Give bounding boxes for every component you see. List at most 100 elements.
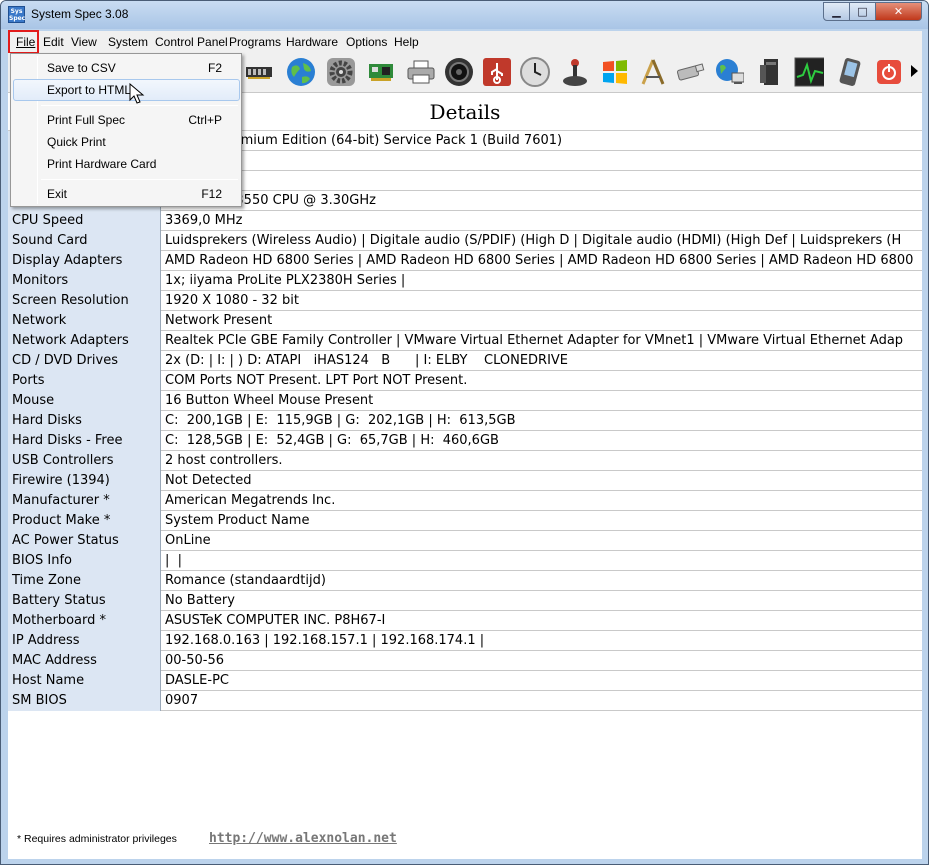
details-row-value: 00-50-56 (165, 653, 225, 668)
menu-view[interactable]: View (71, 35, 97, 49)
details-row-label: Hard Disks - Free (8, 431, 161, 451)
details-row-label: AC Power Status (8, 531, 161, 551)
details-row-value: American Megatrends Inc. (165, 493, 336, 508)
title-bar[interactable]: Sys Spec System Spec 3.08 ▁ □ ✕ (1, 1, 928, 29)
details-row: CPU Speed 3369,0 MHz (8, 211, 922, 231)
details-row: Hard Disks - Free C: 128,5GB | E: 52,4GB … (8, 431, 922, 451)
details-row: BIOS Info | | (8, 551, 922, 571)
details-row: Battery Status No Battery (8, 591, 922, 611)
details-row-value: 16 Button Wheel Mouse Present (165, 393, 374, 408)
details-row-value: ASUSTeK COMPUTER INC. P8H67-I (165, 613, 386, 628)
details-row-label: Host Name (8, 671, 161, 691)
details-row-label: Network Adapters (8, 331, 161, 351)
clock-icon[interactable] (520, 57, 550, 87)
menu-options[interactable]: Options (346, 35, 387, 49)
details-row: MAC Address 00-50-56 (8, 651, 922, 671)
menu-item-label: Save to CSV (47, 61, 116, 75)
details-row-value: 1x; iiyama ProLite PLX2380H Series | (165, 273, 406, 288)
usb-icon[interactable] (482, 57, 512, 87)
details-row: Mouse 16 Button Wheel Mouse Present (8, 391, 922, 411)
windows-icon[interactable] (600, 57, 630, 87)
details-row-value: DASLE-PC (165, 673, 229, 688)
details-row-label: Motherboard * (8, 611, 161, 631)
details-row-value: | | (165, 553, 183, 568)
details-row: Hard Disks C: 200,1GB | E: 115,9GB | G: 2… (8, 411, 922, 431)
pda-icon[interactable] (836, 57, 866, 87)
details-row-label: CPU Speed (8, 211, 161, 231)
menu-item-label: Export to HTML (47, 83, 132, 97)
toolbar-overflow-arrow[interactable] (911, 65, 918, 77)
menu-item-save-csv[interactable]: Save to CSV F2 (13, 57, 240, 79)
details-row: Screen Resolution 1920 X 1080 - 32 bit (8, 291, 922, 311)
minimize-button[interactable]: ▁ (823, 2, 850, 21)
details-row-value: No Battery (165, 593, 235, 608)
details-row-value: 0907 (165, 693, 199, 708)
details-row-value: Not Detected (165, 473, 252, 488)
power-icon[interactable] (874, 57, 904, 87)
details-row: Ports COM Ports NOT Present. LPT Port NOT… (8, 371, 922, 391)
details-row-value: OnLine (165, 533, 211, 548)
app-window: Sys Spec System Spec 3.08 ▁ □ ✕ File Edi… (0, 0, 929, 865)
menu-separator (41, 105, 238, 106)
tools-icon[interactable] (638, 57, 668, 87)
details-row: Firewire (1394) Not Detected (8, 471, 922, 491)
close-button[interactable]: ✕ (876, 2, 922, 21)
menu-item-quick-print[interactable]: Quick Print (13, 131, 240, 153)
globe-icon[interactable] (286, 57, 316, 87)
details-row-value: Romance (standaardtijd) (165, 573, 326, 588)
details-row: AC Power Status OnLine (8, 531, 922, 551)
usb-drive-icon[interactable] (676, 57, 706, 87)
details-row: USB Controllers 2 host controllers. (8, 451, 922, 471)
menu-item-export-html[interactable]: Export to HTML (13, 79, 240, 101)
details-row-label: BIOS Info (8, 551, 161, 571)
menu-control-panel[interactable]: Control Panel (155, 35, 228, 49)
website-link[interactable]: http://www.alexnolan.net (209, 831, 397, 846)
details-row: Manufacturer * American Megatrends Inc. (8, 491, 922, 511)
admin-note: * Requires administrator privileges (17, 833, 177, 845)
menu-item-print-full-spec[interactable]: Print Full Spec Ctrl+P (13, 109, 240, 131)
details-row-label: Manufacturer * (8, 491, 161, 511)
details-row-label: Display Adapters (8, 251, 161, 271)
details-row: Time Zone Romance (standaardtijd) (8, 571, 922, 591)
details-row-value: 3369,0 MHz (165, 213, 243, 228)
window-controls: ▁ □ ✕ (823, 2, 922, 21)
speaker-icon[interactable] (444, 57, 474, 87)
details-row-value: Network Present (165, 313, 273, 328)
details-row-label: Screen Resolution (8, 291, 161, 311)
details-row-value: System Product Name (165, 513, 310, 528)
network-globe-icon[interactable] (714, 57, 744, 87)
monitor-graph-icon[interactable] (794, 57, 824, 87)
maximize-button[interactable]: □ (850, 2, 876, 21)
details-row-value: 2 host controllers. (165, 453, 283, 468)
network-card-icon[interactable] (366, 57, 396, 87)
file-menu-dropdown: Save to CSV F2 Export to HTML Print Full… (10, 53, 242, 207)
menu-bar: File Edit View System Control Panel Prog… (8, 30, 922, 54)
details-row-value: 1920 X 1080 - 32 bit (165, 293, 299, 308)
gear-icon[interactable] (326, 57, 356, 87)
menu-item-exit[interactable]: Exit F12 (13, 183, 240, 205)
menu-item-print-hardware-card[interactable]: Print Hardware Card (13, 153, 240, 175)
details-row-value: 7843 (162, 151, 922, 171)
menu-system[interactable]: System (108, 35, 148, 49)
details-row: Network Network Present (8, 311, 922, 331)
menu-item-label: Print Full Spec (47, 113, 126, 127)
details-row-label: Mouse (8, 391, 161, 411)
details-row: Product Make * System Product Name (8, 511, 922, 531)
details-row-value: COM Ports NOT Present. LPT Port NOT Pres… (165, 373, 468, 388)
menu-edit[interactable]: Edit (43, 35, 64, 49)
joystick-icon[interactable] (560, 57, 590, 87)
details-row-label: Ports (8, 371, 161, 391)
details-row-label: IP Address (8, 631, 161, 651)
details-row-label: Hard Disks (8, 411, 161, 431)
details-row-value (162, 171, 922, 191)
menu-hardware[interactable]: Hardware (286, 35, 338, 49)
mouse-cursor-icon (129, 83, 145, 104)
menu-help[interactable]: Help (394, 35, 419, 49)
tower-pc-icon[interactable] (756, 57, 786, 87)
details-row: Sound Card Luidsprekers (Wireless Audio) … (8, 231, 922, 251)
menu-file[interactable]: File (16, 35, 35, 49)
menu-programs[interactable]: Programs (229, 35, 281, 49)
menu-item-label: Quick Print (47, 135, 106, 149)
printer-icon[interactable] (406, 57, 436, 87)
memory-icon[interactable] (244, 57, 274, 87)
